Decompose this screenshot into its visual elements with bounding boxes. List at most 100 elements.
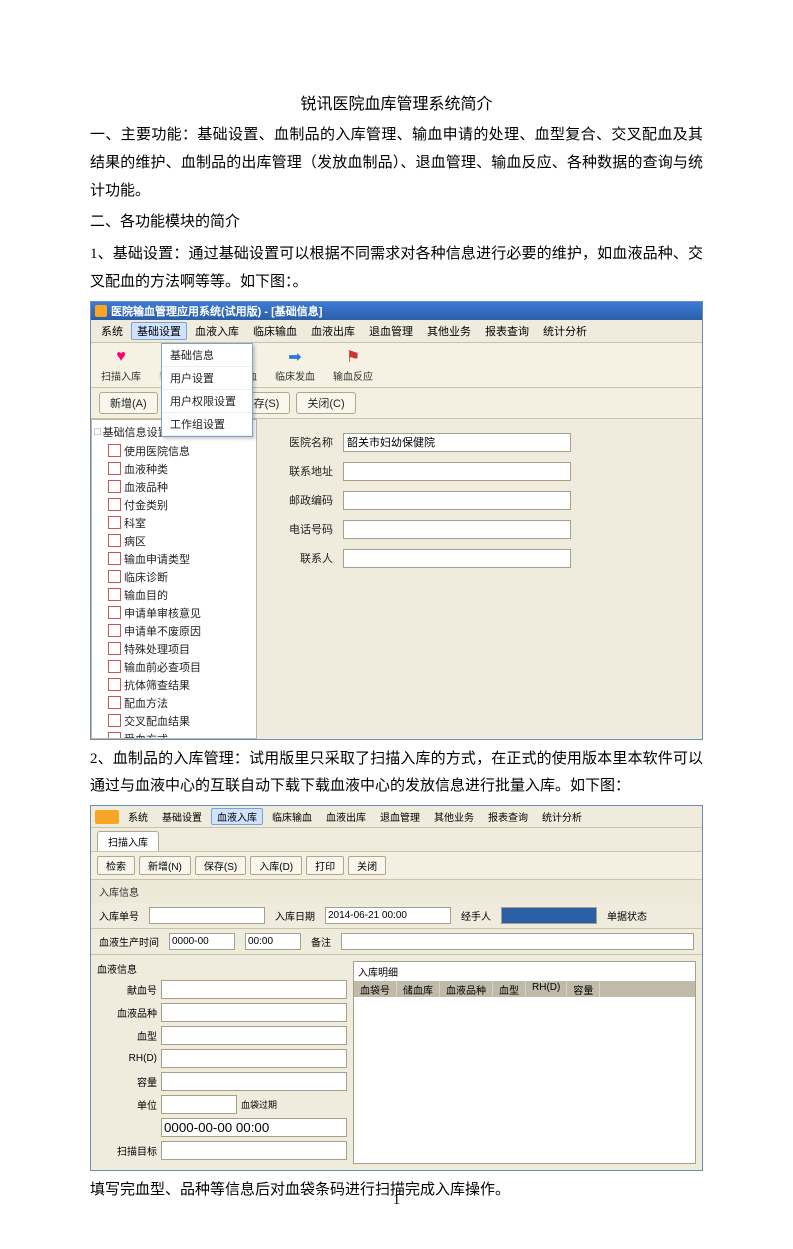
input-producedate-2[interactable] [245,933,301,950]
toolbar-2: 检索 新增(N) 保存(S) 入库(D) 打印 关闭 [91,851,702,880]
label-address: 联系地址 [277,463,333,479]
btn-new[interactable]: 新增(A) [99,392,158,414]
input-hospital[interactable] [343,433,571,452]
menu-basic-settings[interactable]: 基础设置 [131,322,187,340]
detail-grid: 入库明细 血袋号 储血库 血液品种 血型 RH(D) 容量 [353,961,696,1164]
btn-save[interactable]: 保存(S) [195,856,246,875]
menu-system[interactable]: 系统 [123,809,153,824]
btn-close[interactable]: 关闭 [348,856,386,875]
screenshot-basic-settings: 医院输血管理应用系统(试用版) - [基础信息] 系统 基础设置 血液入库 临床… [90,301,703,740]
section-detail: 入库明细 [354,962,695,981]
tree-item[interactable]: 受血方式 [94,730,254,739]
tree-item[interactable]: 申请单不废原因 [94,622,254,640]
tree-item[interactable]: 抗体筛查结果 [94,676,254,694]
input-spec[interactable] [161,1072,347,1091]
menu-report[interactable]: 报表查询 [479,322,535,340]
input-contact[interactable] [343,549,571,568]
input-address[interactable] [343,462,571,481]
menu-stats[interactable]: 统计分析 [537,809,587,824]
menu-return[interactable]: 退血管理 [375,809,425,824]
tree-item[interactable]: 血液品种 [94,478,254,496]
section-in-info: 入库信息 [91,880,702,903]
basic-settings-dropdown[interactable]: 基础信息 用户设置 用户权限设置 工作组设置 [161,343,253,437]
tree-item[interactable]: 输血前必查项目 [94,658,254,676]
label-scan: 扫描目标 [97,1143,157,1158]
tree-item[interactable]: 病区 [94,532,254,550]
input-unit[interactable] [161,1095,237,1114]
tree-item[interactable]: 交叉配血结果 [94,712,254,730]
label-tel: 电话号码 [277,521,333,537]
input-entrytime[interactable] [325,907,451,924]
menu-bar-2[interactable]: 系统 基础设置 血液入库 临床输血 血液出库 退血管理 其他业务 报表查询 统计… [91,806,702,828]
input-operator[interactable] [501,907,597,924]
menu-blood-in[interactable]: 血液入库 [211,808,263,825]
input-scan[interactable] [161,1141,347,1160]
input-bloodtype[interactable] [161,1026,347,1045]
tree-item[interactable]: 血液种类 [94,460,254,478]
input-remark[interactable] [341,933,694,950]
app-icon [95,810,119,824]
tab-scan-in[interactable]: 扫描入库 [97,831,159,851]
menu-other[interactable]: 其他业务 [429,809,479,824]
input-entryno[interactable] [149,907,265,924]
settings-tree[interactable]: 基础信息设置 使用医院信息 血液种类 血液品种 付金类别 科室 病区 输血申请类… [91,419,257,739]
dd-basic-info[interactable]: 基础信息 [162,344,252,367]
tree-item[interactable]: 特殊处理项目 [94,640,254,658]
col-store: 储血库 [397,981,440,997]
entry-header: 入库单号 入库日期 经手人 单据状态 [91,903,702,929]
menu-blood-in[interactable]: 血液入库 [189,322,245,340]
menu-other[interactable]: 其他业务 [421,322,477,340]
tree-item[interactable]: 临床诊断 [94,568,254,586]
label-hospital: 医院名称 [277,434,333,450]
btn-in[interactable]: 入库(D) [250,856,302,875]
input-zip[interactable] [343,491,571,510]
menu-report[interactable]: 报表查询 [483,809,533,824]
menu-return[interactable]: 退血管理 [363,322,419,340]
tool-reaction[interactable]: ⚑输血反应 [333,347,373,383]
tree-item[interactable]: 使用医院信息 [94,442,254,460]
label-rh: RH(D) [97,1053,157,1064]
label-unit: 单位 [97,1097,157,1112]
input-kind[interactable] [161,1003,347,1022]
menu-clinical[interactable]: 临床输血 [267,809,317,824]
paragraph-1: 一、主要功能：基础设置、血制品的入库管理、输血申请的处理、血型复合、交叉配血及其… [90,122,703,205]
tree-item[interactable]: 申请单审核意见 [94,604,254,622]
paragraph-2: 二、各功能模块的简介 [90,209,703,237]
tree-item[interactable]: 付金类别 [94,496,254,514]
label-expire: 血袋过期 [241,1098,277,1111]
input-donorno[interactable] [161,980,347,999]
dd-workgroup[interactable]: 工作组设置 [162,413,252,436]
btn-new[interactable]: 新增(N) [139,856,191,875]
tree-item[interactable]: 配血方法 [94,694,254,712]
input-tel[interactable] [343,520,571,539]
btn-search[interactable]: 检索 [97,856,135,875]
menu-system[interactable]: 系统 [95,322,129,340]
paragraph-3: 1、基础设置：通过基础设置可以根据不同需求对各种信息进行必要的维护，如血液品种、… [90,241,703,297]
btn-print[interactable]: 打印 [306,856,344,875]
btn-close[interactable]: 关闭(C) [296,392,355,414]
input-rh[interactable] [161,1049,347,1068]
input-producedate-1[interactable] [169,933,235,950]
col-bagno: 血袋号 [354,981,397,997]
menu-blood-out[interactable]: 血液出库 [305,322,361,340]
col-vol: 容量 [567,981,600,997]
menu-stats[interactable]: 统计分析 [537,322,593,340]
dd-user-settings[interactable]: 用户设置 [162,367,252,390]
menu-blood-out[interactable]: 血液出库 [321,809,371,824]
tool-scan-in[interactable]: ♥扫描入库 [101,347,141,383]
tree-item[interactable]: 科室 [94,514,254,532]
paragraph-4: 2、血制品的入库管理：试用版里只采取了扫描入库的方式，在正式的使用版本里本软件可… [90,746,703,802]
menu-bar[interactable]: 系统 基础设置 血液入库 临床输血 血液出库 退血管理 其他业务 报表查询 统计… [91,320,702,343]
window-titlebar: 医院输血管理应用系统(试用版) - [基础信息] [91,302,702,320]
tree-item[interactable]: 输血申请类型 [94,550,254,568]
label-state: 单据状态 [607,908,647,923]
tool-send[interactable]: ➡临床发血 [275,347,315,383]
input-expire[interactable] [161,1118,347,1137]
menu-basic[interactable]: 基础设置 [157,809,207,824]
label-entrytime: 入库日期 [275,908,315,923]
dd-user-perm[interactable]: 用户权限设置 [162,390,252,413]
tree-item[interactable]: 输血目的 [94,586,254,604]
label-entryno: 入库单号 [99,908,139,923]
col-kind: 血液品种 [440,981,493,997]
menu-clinical[interactable]: 临床输血 [247,322,303,340]
